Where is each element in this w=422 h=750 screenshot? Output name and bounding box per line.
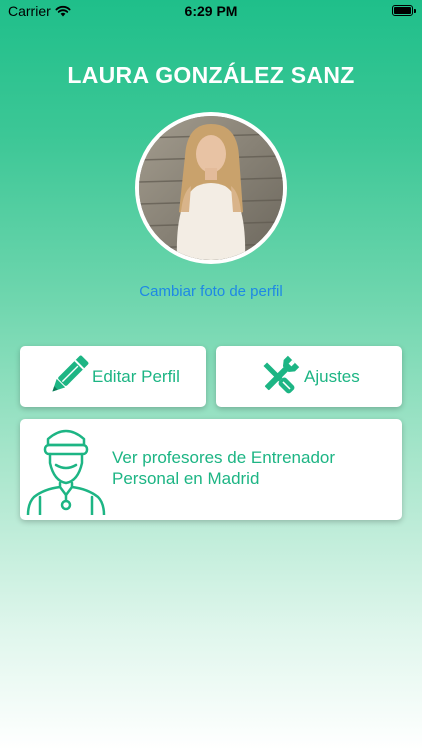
profile-name: LAURA GONZÁLEZ SANZ — [67, 62, 355, 88]
settings-label: Ajustes — [304, 367, 360, 386]
wrench-screwdriver-icon — [263, 355, 300, 394]
edit-profile-label: Editar Perfil — [92, 367, 180, 386]
status-time: 6:29 PM — [184, 3, 238, 19]
profile-screen: Carrier 6:29 PM LAURA GONZÁLEZ SANZ Camb… — [0, 0, 422, 750]
status-bar: Carrier 6:29 PM — [0, 0, 422, 22]
battery-icon — [392, 5, 413, 16]
view-trainers-label: Ver profesores de Entrenador Personal en… — [112, 448, 336, 488]
avatar-photo — [139, 116, 283, 260]
battery-tip — [414, 9, 416, 13]
avatar[interactable] — [135, 112, 287, 264]
coach-whistle-icon — [26, 429, 106, 515]
edit-profile-button[interactable]: Editar Perfil — [20, 346, 206, 407]
settings-button[interactable]: Ajustes — [216, 346, 402, 407]
pencil-icon — [52, 355, 89, 392]
change-photo-link[interactable]: Cambiar foto de perfil — [0, 283, 422, 300]
view-trainers-button[interactable]: Ver profesores de Entrenador Personal en… — [20, 419, 402, 520]
